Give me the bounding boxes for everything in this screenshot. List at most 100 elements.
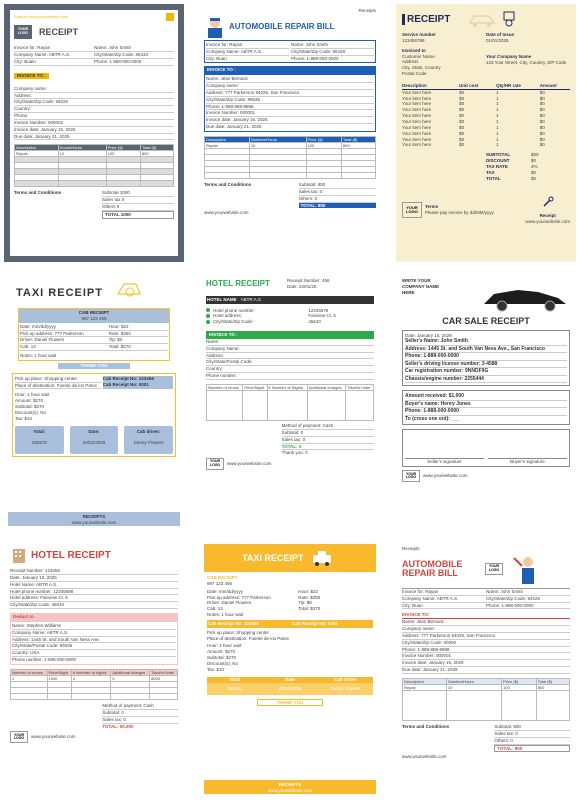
notes: Notes: 1 hour wait: [207, 612, 244, 618]
receipt-template-3[interactable]: RECEIPT Service number 123456789 Date of …: [396, 4, 576, 262]
logo-box: YOUR LOGO: [14, 25, 32, 40]
service-value: 123456789: [402, 37, 425, 43]
line: Phone:: [14, 113, 174, 120]
site-text: www.yourwebsite.com: [525, 219, 570, 225]
terms-value: Please pay invoice by dd/MM/yyyy: [425, 210, 494, 216]
receipt-template-7[interactable]: HOTEL RECEIPT Receipt Number: 123456 Date…: [4, 540, 184, 798]
piston-icon: [503, 11, 515, 27]
buyer-signature[interactable]: Buyer's signature: [488, 457, 567, 465]
label: City/State/Zip Code:: [213, 319, 254, 325]
items-table: Description Number/Hours Price ($) Total ($…: [204, 135, 377, 179]
line: Due date: January 21, 2025: [206, 124, 262, 130]
receipt-number: Receipt Number: 456: [287, 278, 330, 283]
line: Car registration number: 9NNDF9G: [405, 368, 567, 376]
col: Amount: [539, 82, 557, 88]
cab-number: 987 123 456: [207, 580, 233, 586]
receipt-template-1[interactable]: Sample www.yourwebsite.com YOUR LOGO REC…: [4, 4, 184, 262]
company-name: Company Name: ABTR A.S.: [14, 52, 94, 59]
line: Invoice Number: 000001: [206, 110, 374, 118]
receipt-template-4[interactable]: TAXI RECEIPT CAB RECEIPT 987 123 456 Date…: [4, 272, 184, 530]
others: Others: 0: [298, 196, 376, 203]
item-cell: $0: [539, 142, 545, 148]
hotel-title: HOTEL RECEIPT: [31, 549, 111, 561]
line: Pick up place: Shopping center: [15, 376, 101, 383]
receipt-title: RECEIPT: [402, 13, 450, 25]
line: Company name:: [14, 86, 174, 93]
line: Country:: [206, 366, 374, 374]
bill-title: AUTOMOBILE REPAIR BILL: [402, 558, 463, 578]
site-text: Sample www.yourwebsite.com: [14, 14, 69, 19]
terms-label: Terms and Conditions: [204, 181, 252, 187]
total-box: Total: 280270: [15, 425, 64, 454]
site-text: www.yourwebsite.com: [31, 734, 76, 740]
line: City/State/Zip Code: 96428: [291, 49, 374, 56]
bill-title: AUTOMOBILE REPAIR BILL: [229, 22, 335, 32]
receipt-template-2[interactable]: Receipts AUTOMOBILE REPAIR BILL Invoice …: [200, 4, 380, 262]
corner-square: [166, 13, 174, 21]
line: Hour: $22: [108, 324, 168, 331]
sales-tax: Sales tax: 0: [298, 189, 376, 196]
line: Invoice for: Rayan: [402, 589, 486, 596]
seller-signature[interactable]: Seller's signature: [405, 457, 484, 465]
line: Address: 1445 St. and South Van Ness Ave…: [12, 637, 176, 644]
receipt-template-8[interactable]: TAXI RECEIPT CAB RECEIPT 987 123 456 Dat…: [200, 540, 380, 798]
info-block: Invoice for: Rayan Company Name: ABTR A.S…: [204, 39, 376, 64]
logo-box: YOUR LOGO: [206, 458, 224, 471]
taxi-title: TAXI RECEIPT: [242, 553, 304, 563]
bullet-icon: [206, 314, 210, 319]
line: Sales tax: 0: [281, 437, 374, 444]
site-text: www.yourwebsite.com: [204, 210, 249, 216]
phone: Phone: 1 888-000-0000: [94, 59, 174, 66]
receipt-template-9[interactable]: Receipts AUTOMOBILE REPAIR BILL YOUR LOG…: [396, 540, 576, 798]
line: Company Name: ABTR A.S.: [12, 630, 176, 637]
line: Method of payment: Cash: [102, 703, 178, 710]
value: $0: [531, 175, 537, 181]
line: Phone: 1-888-000-0000: [405, 408, 567, 416]
line: Phone number: 1-888-000-0000: [12, 657, 77, 663]
items-table: Number of rooms Price/Night # Number of ni…: [10, 668, 178, 700]
line: City/State/Zip Code: 98535: [206, 97, 374, 104]
signature-box: Seller's signature Buyer's signature: [402, 429, 570, 468]
line: Tip: $0: [108, 337, 168, 345]
line: Name: John Smith: [486, 589, 570, 596]
line: Address: 777 Parkerson 94026, San Franci…: [402, 633, 570, 640]
logo-box: YOUR LOGO: [10, 731, 28, 744]
company-header: WRITE YOUR COMPANY NAME HERE: [402, 278, 440, 295]
line: Subtotal: 0: [102, 710, 178, 717]
col: # Number of nights: [70, 668, 112, 676]
hotel-title: HOTEL RECEIPT: [206, 278, 270, 288]
hotel-name-label: HOTEL NAME: [207, 296, 237, 302]
line: Company name:: [402, 626, 570, 633]
line: Invoice date: January 15, 2025: [206, 117, 374, 125]
col: Cab driver: [334, 676, 357, 682]
receipt-template-5[interactable]: HOTEL RECEIPT Receipt Number: 456 Date: 2…: [200, 272, 380, 530]
site-text: www.yourwebsite.com: [227, 461, 272, 467]
date-box: Date: 20/02/2029: [69, 425, 119, 454]
sales-tax: Sales tax: 0: [494, 731, 570, 738]
bullet-icon: [206, 320, 210, 325]
col: Additional charges: [110, 668, 151, 676]
line: Invoice Number: 000001: [402, 653, 570, 661]
col: Date: [285, 676, 295, 682]
wrench-icon: [543, 196, 554, 207]
line: Cab Receipt No: 123456: [208, 620, 260, 626]
line: Company name:: [206, 83, 374, 90]
city: City: Buain: [14, 59, 94, 66]
receipt-template-6[interactable]: WRITE YOUR COMPANY NAME HERE CAR SALE RE…: [396, 272, 576, 530]
line: Name: Jean Bernard: [206, 76, 374, 84]
line: Thank you: 0: [281, 450, 308, 456]
line: Subtotal: 0: [281, 430, 374, 437]
invoice-to-label: INVOICE TO :: [204, 66, 376, 75]
sales-tax: Sales tax 0: [102, 197, 174, 205]
line: City/State/Zip Code: 00000: [402, 640, 570, 647]
logo-box: YOUR LOGO: [402, 202, 422, 219]
totals: Method of payment: Cash Subtotal: 0 Sales …: [281, 423, 374, 456]
bullet-icon: [206, 308, 210, 313]
line: Address:: [14, 93, 174, 100]
line: Company Name: ABTR A.S.: [206, 49, 289, 56]
line: Driver: Daniel Flowers: [20, 337, 109, 345]
trip-box: Pick up place: Shopping center Place of d…: [12, 372, 176, 457]
line: Hotel Name: ABTR A.S.: [10, 582, 178, 589]
total: TOTAL: 800: [494, 744, 570, 753]
line: Place of destination: Fuente de los Pato…: [207, 635, 289, 641]
